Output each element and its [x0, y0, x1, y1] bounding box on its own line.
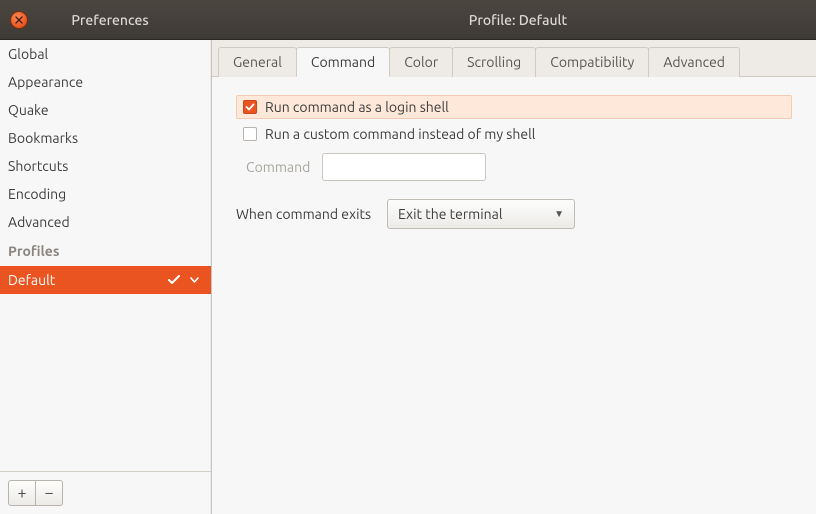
- login-shell-checkbox[interactable]: [243, 100, 257, 114]
- sidebar-item-advanced[interactable]: Advanced: [0, 208, 211, 236]
- tab-command[interactable]: Command: [296, 47, 390, 77]
- check-icon: [168, 275, 180, 285]
- sidebar-toolbar: + −: [0, 471, 211, 514]
- sidebar-item-shortcuts[interactable]: Shortcuts: [0, 152, 211, 180]
- tab-color[interactable]: Color: [389, 47, 453, 77]
- titlebar: Preferences Profile: Default: [0, 0, 816, 40]
- profile-label: Default: [8, 272, 55, 288]
- command-input-label: Command: [246, 159, 310, 175]
- sidebar: Global Appearance Quake Bookmarks Shortc…: [0, 40, 212, 514]
- chevron-down-icon: ▼: [554, 208, 564, 220]
- command-input[interactable]: [322, 153, 486, 181]
- tab-advanced[interactable]: Advanced: [648, 47, 740, 77]
- sidebar-item-global[interactable]: Global: [0, 40, 211, 68]
- main-panel: General Command Color Scrolling Compatib…: [212, 40, 816, 514]
- tab-content: Run command as a login shell Run a custo…: [212, 77, 816, 247]
- checkmark-icon: [245, 102, 255, 112]
- sidebar-item-bookmarks[interactable]: Bookmarks: [0, 124, 211, 152]
- sidebar-item-encoding[interactable]: Encoding: [0, 180, 211, 208]
- page-title: Profile: Default: [220, 12, 816, 28]
- custom-command-checkbox[interactable]: [243, 127, 257, 141]
- exit-action-row: When command exits Exit the terminal ▼: [236, 199, 792, 229]
- sidebar-title: Preferences: [0, 12, 220, 28]
- tab-scrolling[interactable]: Scrolling: [452, 47, 536, 77]
- close-icon: [15, 16, 23, 24]
- login-shell-row[interactable]: Run command as a login shell: [236, 95, 792, 119]
- remove-profile-button[interactable]: −: [35, 480, 63, 506]
- sidebar-item-quake[interactable]: Quake: [0, 96, 211, 124]
- custom-command-row[interactable]: Run a custom command instead of my shell: [236, 123, 792, 145]
- exit-action-value: Exit the terminal: [398, 206, 502, 222]
- sidebar-profile-default[interactable]: Default: [0, 266, 211, 294]
- sidebar-profiles-header: Profiles: [0, 236, 211, 266]
- login-shell-label: Run command as a login shell: [265, 99, 449, 115]
- chevron-down-icon[interactable]: [190, 277, 199, 283]
- sidebar-item-appearance[interactable]: Appearance: [0, 68, 211, 96]
- tab-compatibility[interactable]: Compatibility: [535, 47, 649, 77]
- sidebar-list: Global Appearance Quake Bookmarks Shortc…: [0, 40, 211, 471]
- tab-general[interactable]: General: [218, 47, 297, 77]
- command-input-row: Command: [246, 153, 792, 181]
- window-close-button[interactable]: [10, 11, 28, 29]
- tab-bar: General Command Color Scrolling Compatib…: [212, 40, 816, 77]
- custom-command-label: Run a custom command instead of my shell: [265, 126, 535, 142]
- exit-action-label: When command exits: [236, 206, 371, 222]
- exit-action-select[interactable]: Exit the terminal ▼: [387, 199, 575, 229]
- add-profile-button[interactable]: +: [8, 480, 36, 506]
